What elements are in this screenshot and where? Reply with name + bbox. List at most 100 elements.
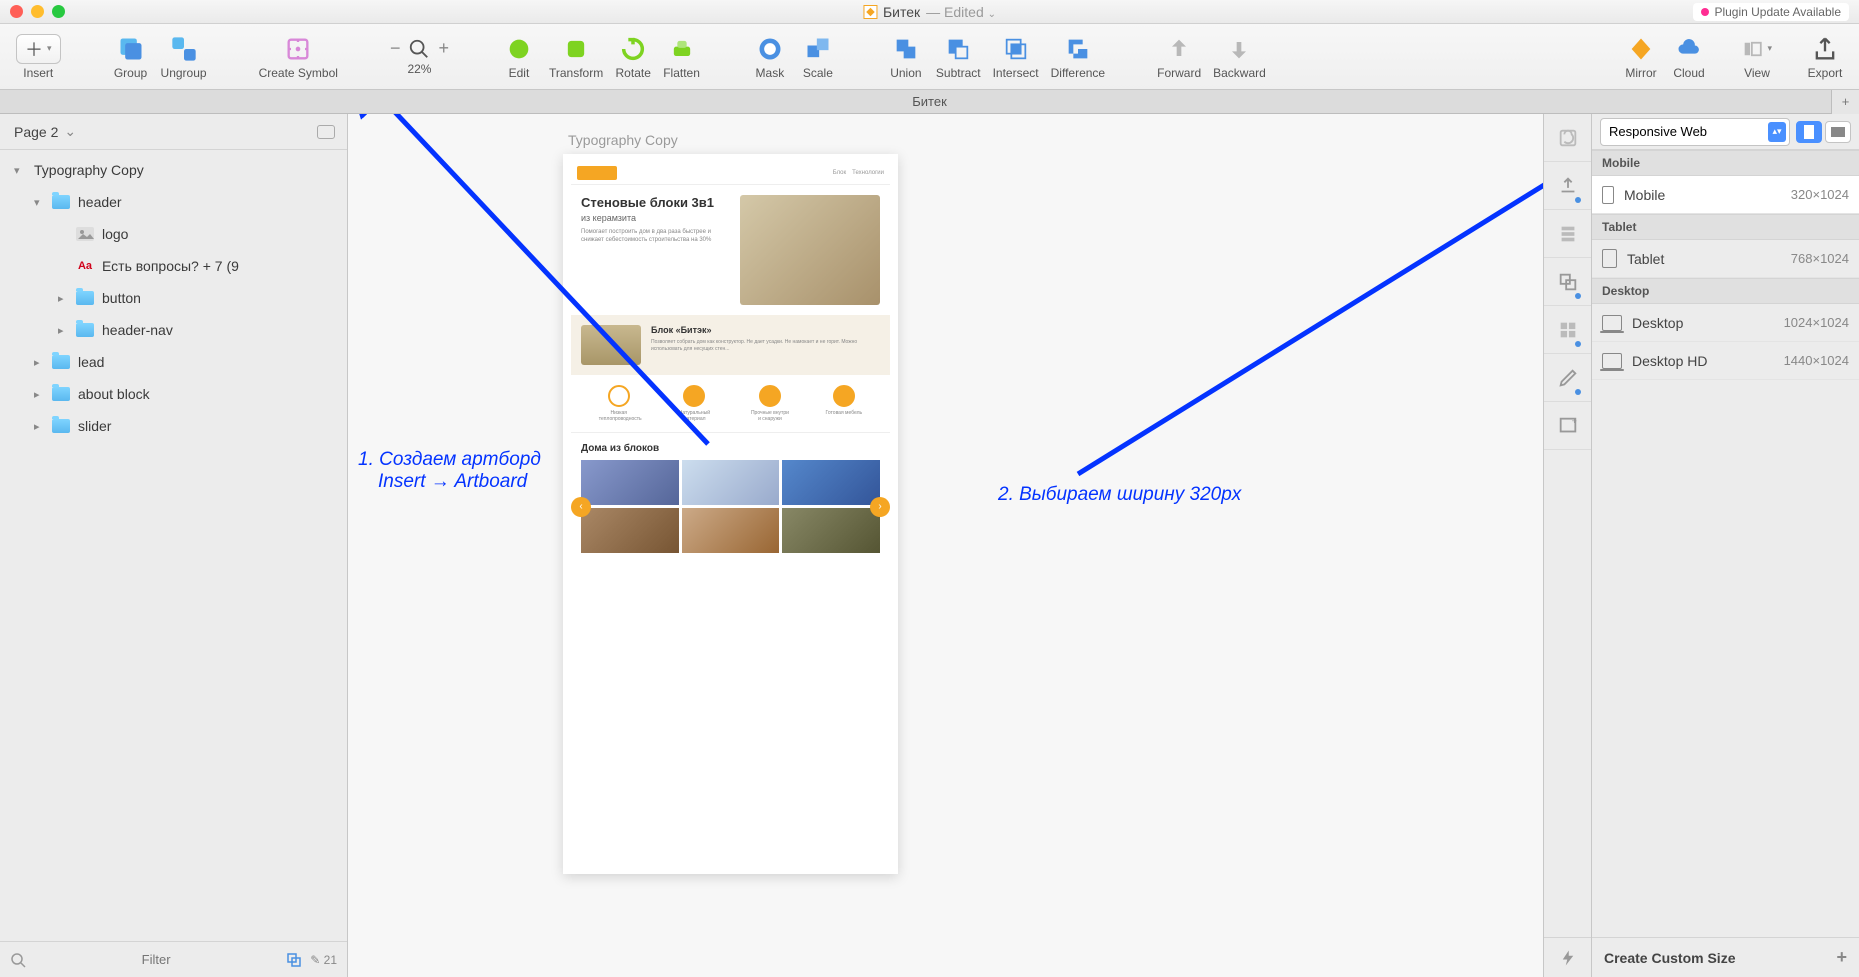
intersect-button[interactable]: Intersect: [987, 30, 1045, 84]
artboard-title-label[interactable]: Typography Copy: [568, 132, 678, 148]
rail-grid-icon[interactable]: [1544, 306, 1591, 354]
text-layer-icon: Aa: [76, 259, 94, 273]
mirror-button[interactable]: Mirror: [1617, 30, 1665, 84]
folder-icon: [52, 355, 70, 369]
folder-icon: [52, 195, 70, 209]
insert-button[interactable]: ＋▾ Insert: [10, 30, 67, 84]
folder-icon: [76, 291, 94, 305]
forward-button[interactable]: Forward: [1151, 30, 1207, 84]
view-button[interactable]: ▾View: [1733, 30, 1781, 84]
pages-overview-icon[interactable]: [317, 125, 335, 139]
edit-button[interactable]: Edit: [495, 30, 543, 84]
folder-icon: [76, 323, 94, 337]
layer-button[interactable]: ▸button: [0, 282, 347, 314]
create-custom-size-button[interactable]: Create Custom Size+: [1592, 937, 1859, 977]
flatten-button[interactable]: Flatten: [657, 30, 706, 84]
overlap-icon[interactable]: [286, 952, 302, 968]
scale-button[interactable]: Scale: [794, 30, 842, 84]
layer-about-block[interactable]: ▸about block: [0, 378, 347, 410]
rail-library-icon[interactable]: [1544, 210, 1591, 258]
transform-button[interactable]: Transform: [543, 30, 609, 84]
layer-logo[interactable]: logo: [0, 218, 347, 250]
laptop-device-icon: [1602, 353, 1622, 369]
plus-icon: +: [1836, 947, 1847, 968]
layers-panel: Page 2 ⌄ ▾Typography Copy ▾header logo A…: [0, 114, 348, 977]
slice-count: ✎ 21: [310, 953, 337, 967]
image-layer-icon: [76, 227, 94, 241]
rail-duplicate-icon[interactable]: [1544, 258, 1591, 306]
document-tabbar: Битек +: [0, 90, 1859, 114]
edited-indicator: — Edited ⌄: [926, 4, 996, 20]
search-icon: [10, 952, 26, 968]
tab-bitek[interactable]: Битек: [912, 94, 947, 109]
folder-icon: [52, 387, 70, 401]
svg-text:+: +: [1571, 416, 1576, 426]
inspector-panel: Responsive Web▴▾ Mobile Mobile320×1024 T…: [1591, 114, 1859, 977]
layer-lead[interactable]: ▸lead: [0, 346, 347, 378]
canvas[interactable]: Typography Copy БлокТехнологии Стеновые …: [348, 114, 1543, 977]
section-desktop-header: Desktop: [1592, 278, 1859, 304]
chevron-down-icon: ⌄: [64, 123, 76, 140]
document-title[interactable]: Битек — Edited ⌄: [863, 4, 996, 20]
layer-slider[interactable]: ▸slider: [0, 410, 347, 442]
tablet-device-icon: [1602, 249, 1617, 268]
mask-button[interactable]: Mask: [746, 30, 794, 84]
artboard-typography-copy[interactable]: БлокТехнологии Стеновые блоки 3в1 из кер…: [563, 154, 898, 874]
zoom-control[interactable]: −+ 22%: [384, 34, 455, 80]
section-mobile-header: Mobile: [1592, 150, 1859, 176]
rail-add-image-icon[interactable]: +: [1544, 402, 1591, 450]
preset-desktop-hd[interactable]: Desktop HD1440×1024: [1592, 342, 1859, 380]
chevron-down-icon: ▾: [47, 43, 52, 54]
preset-desktop[interactable]: Desktop1024×1024: [1592, 304, 1859, 342]
rotate-button[interactable]: Rotate: [609, 30, 657, 84]
subtract-button[interactable]: Subtract: [930, 30, 987, 84]
orientation-portrait-button[interactable]: [1796, 121, 1822, 143]
traffic-lights: [10, 5, 65, 18]
rail-export-icon[interactable]: [1544, 162, 1591, 210]
layer-tree[interactable]: ▾Typography Copy ▾header logo AaЕсть воп…: [0, 150, 347, 941]
mobile-device-icon: [1602, 186, 1614, 204]
window-titlebar: Битек — Edited ⌄ Plugin Update Available: [0, 0, 1859, 24]
orientation-landscape-button[interactable]: [1825, 121, 1851, 143]
plugin-rail: +: [1543, 114, 1591, 977]
backward-button[interactable]: Backward: [1207, 30, 1272, 84]
main-toolbar: ＋▾ Insert Group Ungroup Create Symbol − +…: [0, 24, 1859, 90]
ungroup-button[interactable]: Ungroup: [155, 30, 213, 84]
preset-tablet[interactable]: Tablet768×1024: [1592, 240, 1859, 278]
group-button[interactable]: Group: [107, 30, 155, 84]
union-button[interactable]: Union: [882, 30, 930, 84]
layer-text[interactable]: AaЕсть вопросы? + 7 (9: [0, 250, 347, 282]
preset-mobile[interactable]: Mobile320×1024: [1592, 176, 1859, 214]
minimize-window-button[interactable]: [31, 5, 44, 18]
export-button[interactable]: Export: [1801, 30, 1849, 84]
annotation-text-1: 1. Создаем артборд Insert → Artboard: [358, 449, 541, 493]
close-window-button[interactable]: [10, 5, 23, 18]
folder-icon: [52, 419, 70, 433]
annotation-arrow-2: [978, 114, 1543, 494]
select-arrows-icon: ▴▾: [1768, 122, 1786, 142]
sketch-doc-icon: [863, 5, 877, 19]
section-tablet-header: Tablet: [1592, 214, 1859, 240]
layer-filter-bar: ✎ 21: [0, 941, 347, 977]
laptop-device-icon: [1602, 315, 1622, 331]
create-symbol-button[interactable]: Create Symbol: [253, 30, 344, 84]
rail-craft-icon[interactable]: [1544, 114, 1591, 162]
page-selector[interactable]: Page 2 ⌄: [0, 114, 347, 150]
layer-header[interactable]: ▾header: [0, 186, 347, 218]
rail-pencil-icon[interactable]: [1544, 354, 1591, 402]
plugin-update-badge[interactable]: Plugin Update Available: [1693, 3, 1849, 21]
layer-header-nav[interactable]: ▸header-nav: [0, 314, 347, 346]
new-tab-button[interactable]: +: [1831, 90, 1859, 114]
layer-artboard[interactable]: ▾Typography Copy: [0, 154, 347, 186]
zoom-out-button[interactable]: −: [390, 38, 401, 59]
cloud-button[interactable]: Cloud: [1665, 30, 1713, 84]
maximize-window-button[interactable]: [52, 5, 65, 18]
difference-button[interactable]: Difference: [1045, 30, 1111, 84]
magnifier-icon: [408, 38, 430, 60]
artboard-preset-select[interactable]: Responsive Web▴▾: [1600, 118, 1790, 146]
layer-filter-input[interactable]: [34, 952, 278, 967]
zoom-in-button[interactable]: +: [438, 38, 449, 59]
annotation-text-2: 2. Выбираем ширину 320px: [998, 484, 1241, 506]
doc-name: Битек: [883, 4, 920, 20]
rail-bolt-icon[interactable]: [1544, 937, 1591, 977]
